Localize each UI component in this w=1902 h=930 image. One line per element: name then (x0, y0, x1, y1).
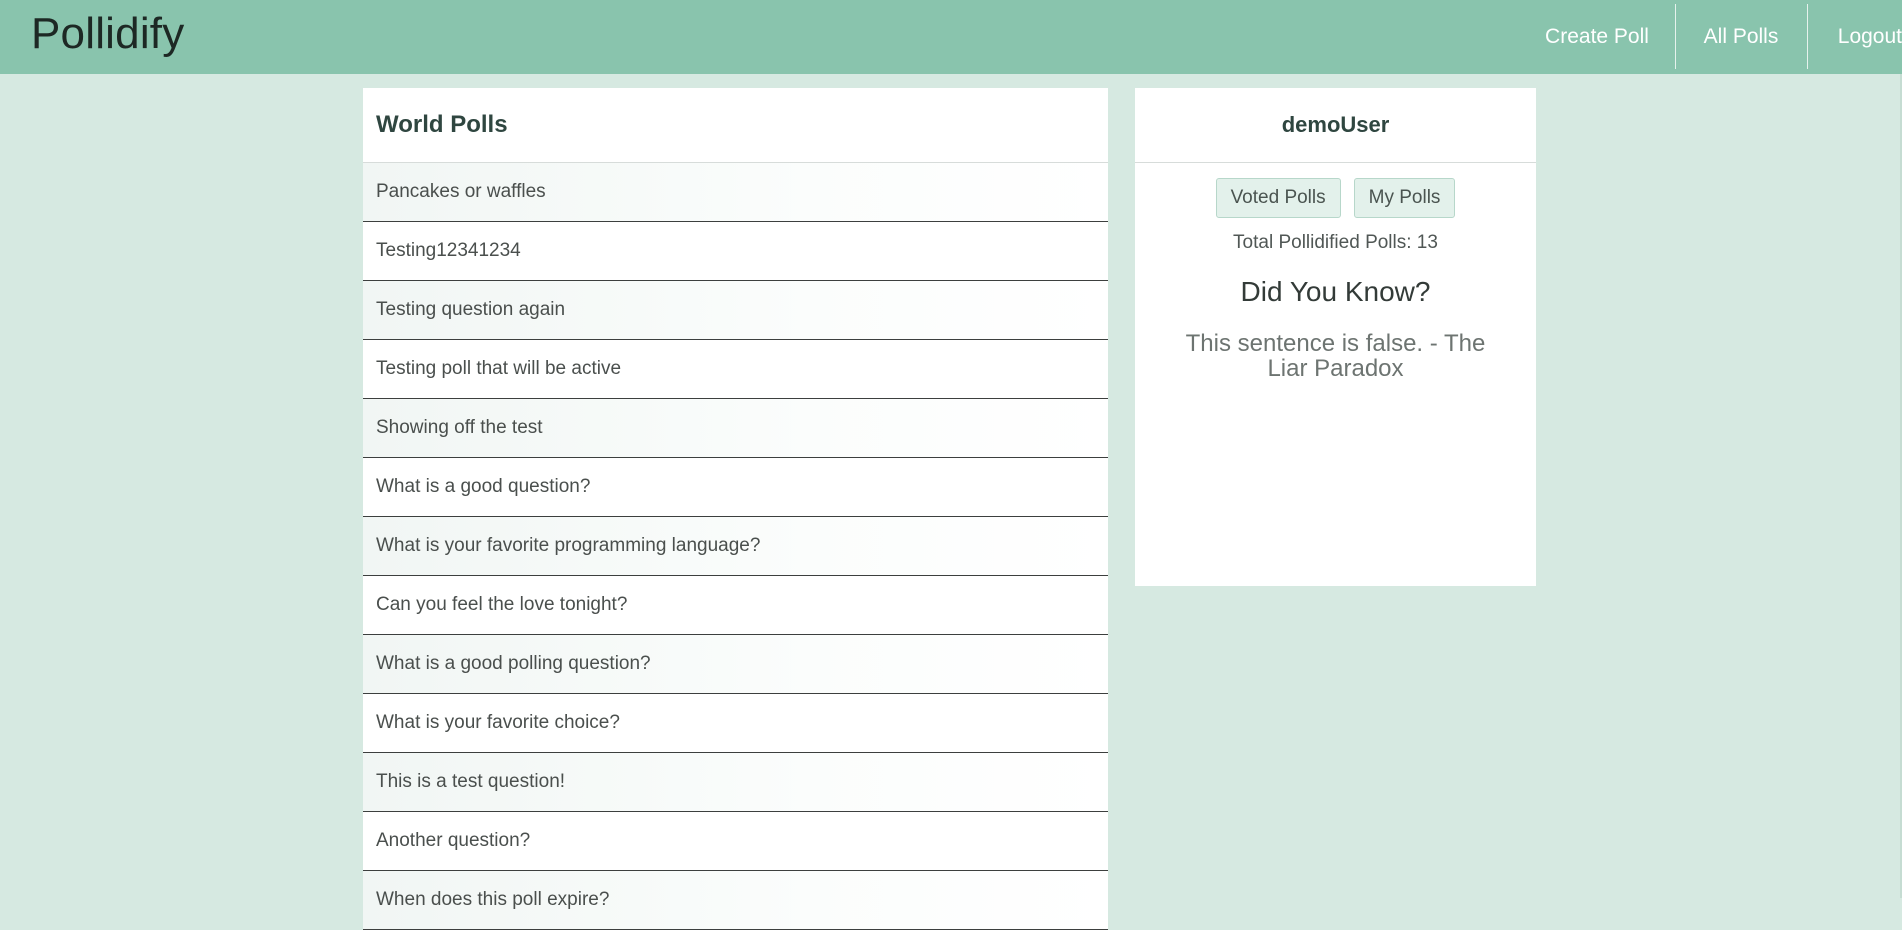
poll-item[interactable]: What is your favorite choice? (363, 694, 1108, 753)
did-you-know-heading: Did You Know? (1240, 276, 1431, 307)
voted-polls-button[interactable]: Voted Polls (1215, 178, 1341, 218)
nav-all-polls[interactable]: All Polls (1676, 4, 1806, 69)
world-polls-title: World Polls (363, 88, 1108, 163)
poll-item[interactable]: Another question? (363, 812, 1108, 871)
poll-item[interactable]: What is a good polling question? (363, 635, 1108, 694)
poll-item[interactable]: What is your favorite programming langua… (363, 517, 1108, 576)
poll-item[interactable]: This is a test question! (363, 753, 1108, 812)
poll-item[interactable]: Testing question again (363, 281, 1108, 340)
poll-list: Pancakes or waffles Testing12341234 Test… (363, 163, 1108, 930)
app-logo[interactable]: Pollidify (31, 9, 184, 59)
user-panel: demoUser Voted Polls My Polls Total Poll… (1135, 88, 1536, 586)
poll-item[interactable]: Testing poll that will be active (363, 340, 1108, 399)
nav-create-poll[interactable]: Create Poll (1520, 4, 1674, 69)
did-you-know-fact: This sentence is false. - The Liar Parad… (1185, 330, 1486, 382)
user-poll-buttons: Voted Polls My Polls (1135, 178, 1536, 218)
poll-item[interactable]: Pancakes or waffles (363, 163, 1108, 222)
my-polls-button[interactable]: My Polls (1353, 178, 1456, 218)
navbar: Pollidify Create Poll All Polls Logout (0, 0, 1902, 74)
poll-item[interactable]: Testing12341234 (363, 222, 1108, 281)
nav-logout[interactable]: Logout (1808, 4, 1902, 69)
world-polls-panel: World Polls Pancakes or waffles Testing1… (363, 88, 1108, 930)
poll-item[interactable]: Can you feel the love tonight? (363, 576, 1108, 635)
poll-item[interactable]: Showing off the test (363, 399, 1108, 458)
poll-item[interactable]: What is a good question? (363, 458, 1108, 517)
poll-item[interactable]: When does this poll expire? (363, 871, 1108, 930)
username: demoUser (1135, 88, 1536, 163)
total-polls-count: Total Pollidified Polls: 13 (1233, 232, 1438, 253)
